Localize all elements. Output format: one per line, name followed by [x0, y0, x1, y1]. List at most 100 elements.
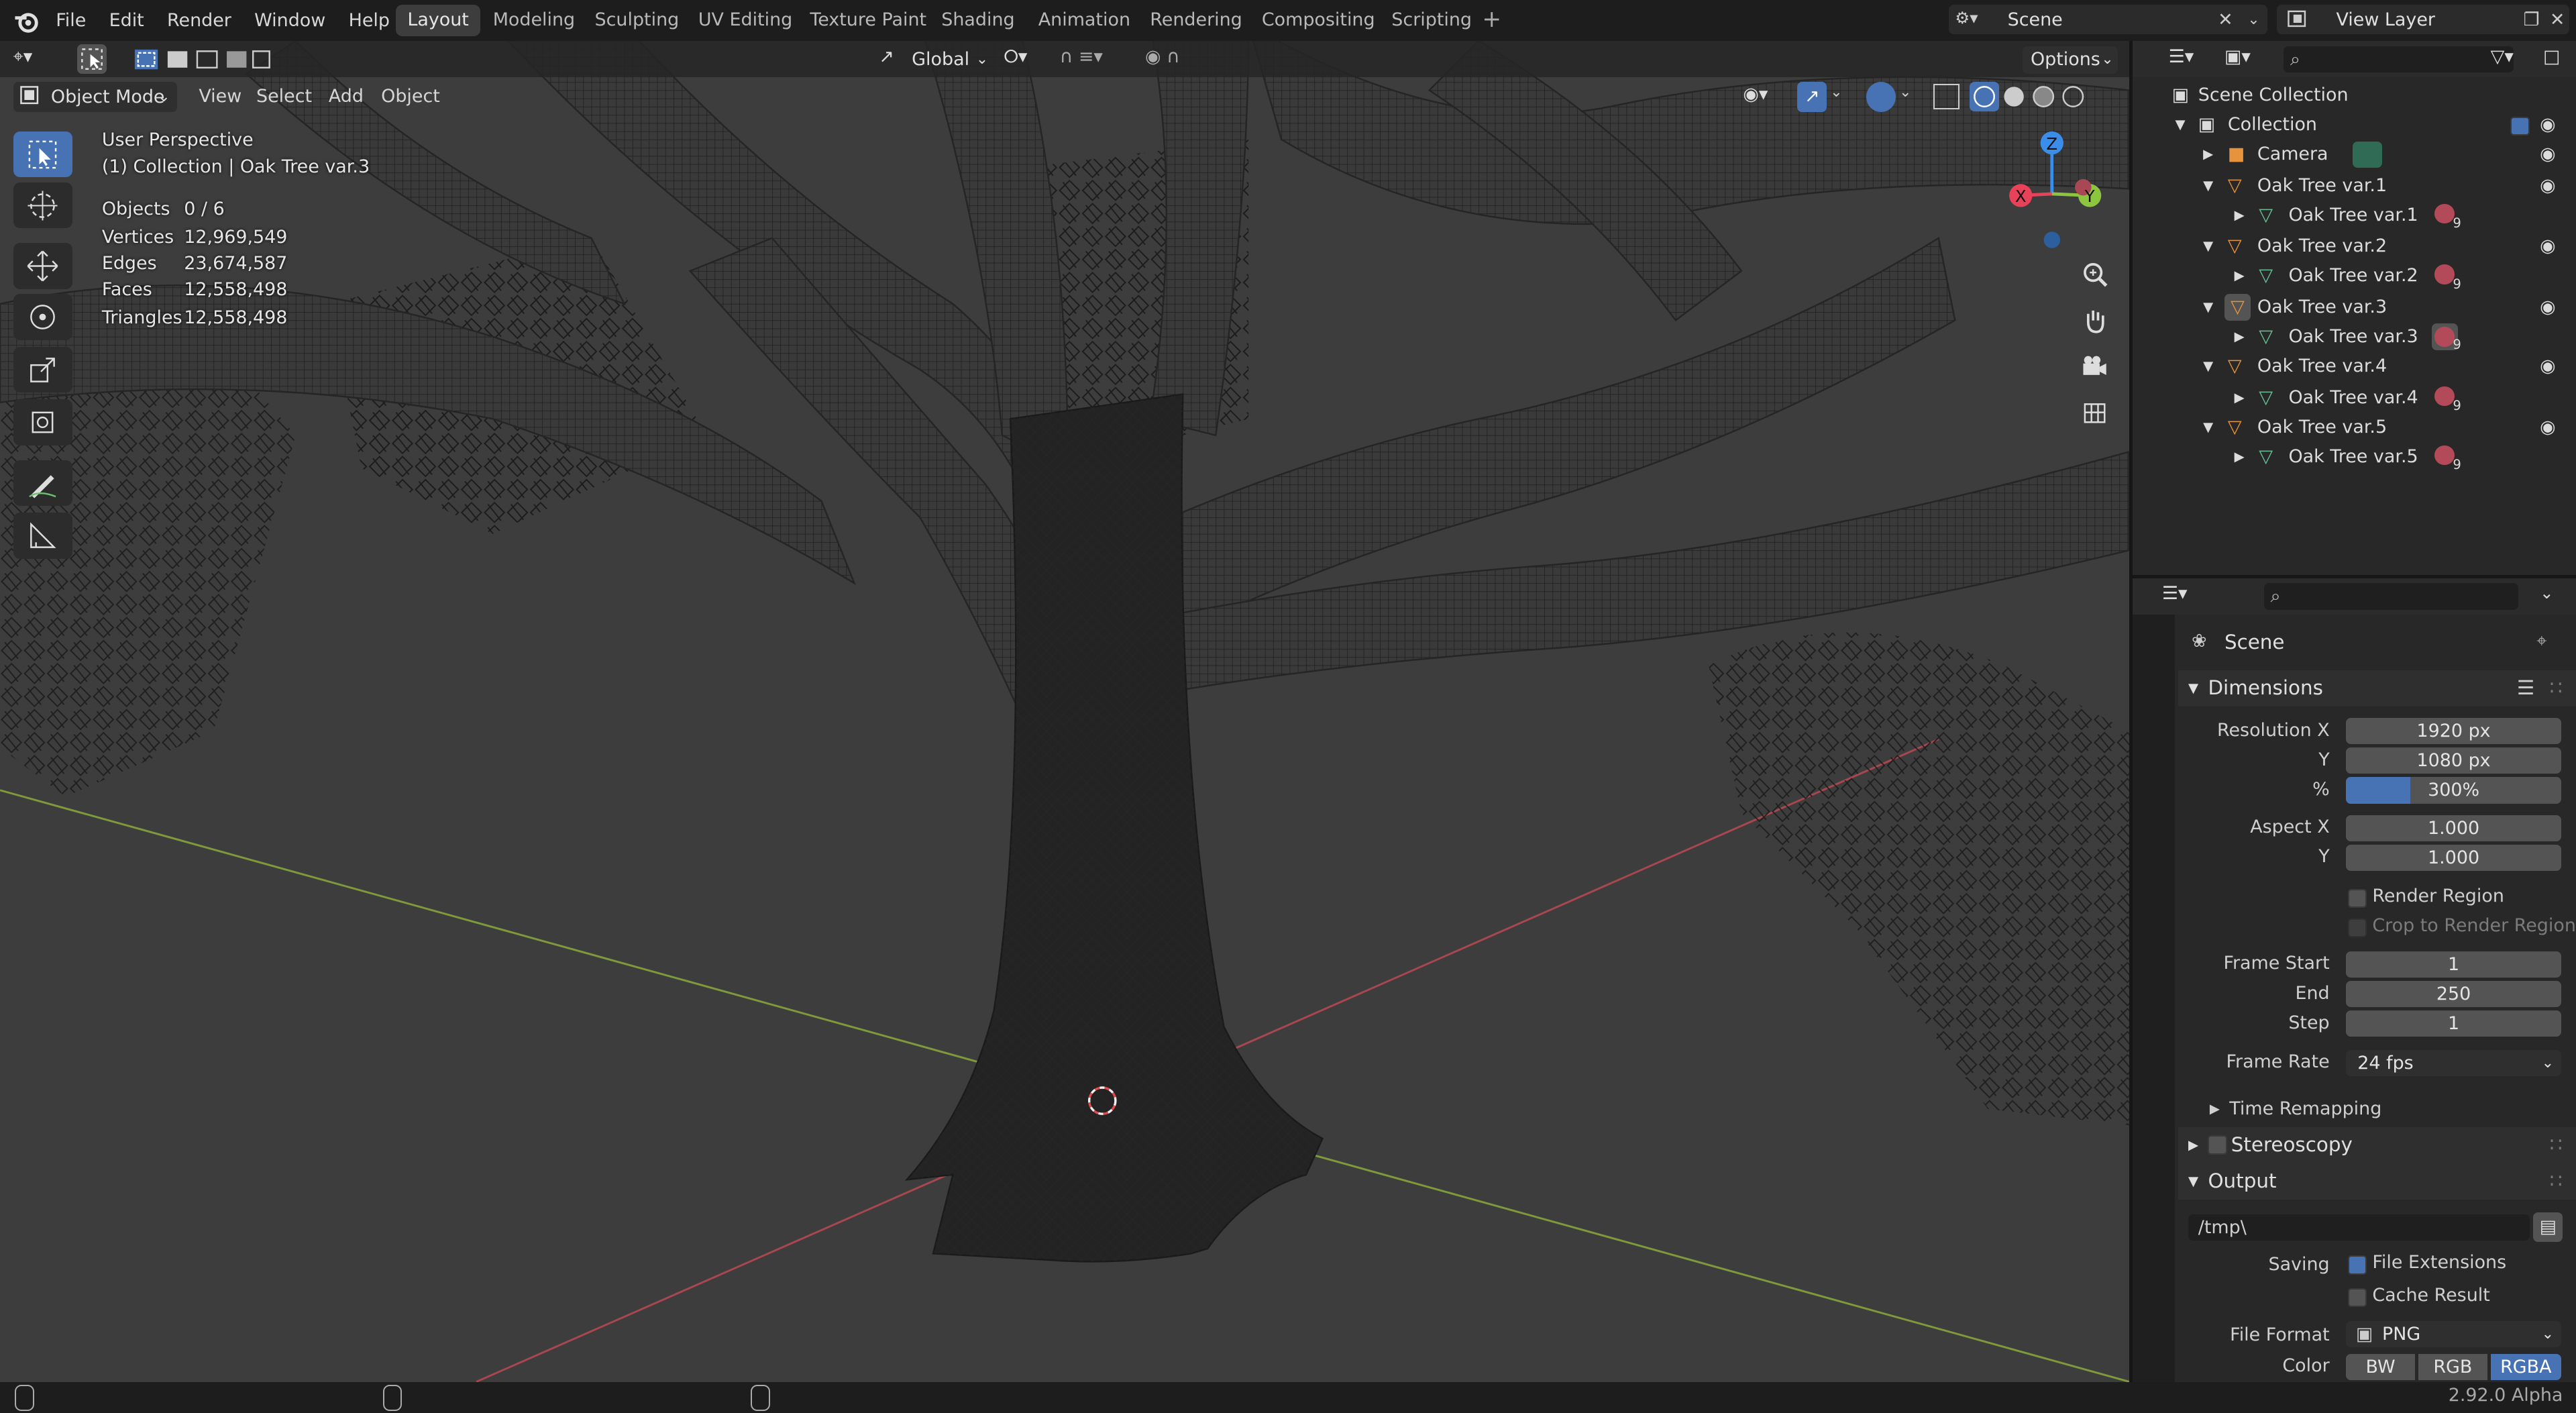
close-icon[interactable]: ✕ [2550, 7, 2565, 33]
menu-select[interactable]: Select [256, 82, 312, 111]
editor-type-icon[interactable]: ☰▾ [2162, 583, 2188, 604]
overlays-toggle-icon[interactable] [1866, 82, 1896, 112]
frame-rate-dropdown[interactable]: 24 fps ⌄ [2346, 1049, 2561, 1077]
stereoscopy-panel-header[interactable]: ▶ Stereoscopy ∷ [2178, 1127, 2576, 1163]
menu-object[interactable]: Object [381, 82, 440, 111]
crop-region-checkbox[interactable] [2347, 918, 2367, 938]
tab-modeling[interactable]: Modeling [482, 5, 587, 36]
add-workspace-icon[interactable]: + [1481, 6, 1503, 33]
resolution-y-field[interactable]: 1080 px [2346, 747, 2561, 774]
dimensions-panel-header[interactable]: ▼ Dimensions ☰ ∷ [2178, 670, 2576, 707]
chevron-down-icon[interactable]: ▼ [2203, 293, 2213, 322]
filter-icon[interactable]: ▽▾ [2491, 46, 2514, 67]
eye-icon[interactable]: ◉ [2540, 352, 2556, 381]
outliner-item-mesh[interactable]: ▶ ▽ Oak Tree var.3 9 [2133, 322, 2576, 352]
chevron-down-icon[interactable]: ⌄ [2247, 7, 2259, 33]
aspect-y-field[interactable]: 1.000 [2346, 844, 2561, 871]
tab-rendering[interactable]: Rendering [1138, 5, 1254, 36]
tab-texture-paint[interactable]: Texture Paint [798, 5, 938, 36]
menu-render[interactable]: Render [156, 0, 243, 41]
file-extensions-checkbox[interactable] [2347, 1255, 2367, 1275]
chevron-down-icon[interactable]: ▼ [2175, 110, 2185, 140]
frame-step-field[interactable]: 1 [2346, 1010, 2561, 1037]
frame-start-field[interactable]: 1 [2346, 951, 2561, 978]
proportional-edit-icon[interactable]: ◉ ∩ [1145, 46, 1219, 72]
visibility-icon[interactable]: ◉▾ [1743, 84, 1789, 110]
outliner-item-object[interactable]: ▼ ▽ Oak Tree var.1 ◉ [2133, 171, 2576, 201]
tab-animation[interactable]: Animation [1027, 5, 1142, 36]
eye-icon[interactable]: ◉ [2540, 293, 2556, 322]
pin-icon[interactable]: ⌖ [2536, 631, 2546, 652]
pivot-point-icon[interactable]: ⭘▾ [1004, 46, 1050, 72]
chevron-down-icon[interactable]: ▼ [2203, 171, 2213, 201]
menu-add[interactable]: Add [329, 82, 364, 111]
ortho-grid-icon[interactable] [2075, 392, 2114, 432]
drag-handle-icon[interactable]: ∷ [2550, 1127, 2563, 1163]
area-divider[interactable] [2132, 575, 2576, 579]
chevron-down-icon[interactable]: ⌄ [1899, 84, 1919, 110]
outliner-item-object-active[interactable]: ▼ ▽ Oak Tree var.3 ◉ [2133, 293, 2576, 322]
file-format-dropdown[interactable]: ▣ PNG ⌄ [2346, 1320, 2561, 1348]
tab-shading[interactable]: Shading [930, 5, 1026, 36]
outliner-item-mesh[interactable]: ▶ ▽ Oak Tree var.4 9 [2133, 383, 2576, 413]
shading-mode-icons[interactable] [1970, 82, 2101, 112]
color-rgba-button[interactable]: RGBA [2490, 1353, 2561, 1381]
close-icon[interactable]: ✕ [2218, 7, 2233, 33]
chevron-right-icon[interactable]: ▶ [2203, 140, 2213, 169]
copy-icon[interactable]: ❐ [2524, 7, 2540, 33]
selection-mode-icons[interactable] [131, 46, 273, 72]
eye-icon[interactable]: ◉ [2540, 231, 2556, 261]
cursor-tool-icon[interactable] [13, 182, 72, 229]
transform-orientation[interactable]: ↗ Global ⌄ [872, 44, 996, 74]
eye-icon[interactable]: ◉ [2540, 413, 2556, 442]
options-dropdown[interactable]: Options ⌄ [2022, 46, 2118, 74]
chevron-right-icon[interactable]: ▶ [2235, 201, 2245, 230]
chevron-right-icon[interactable]: ▶ [2235, 383, 2245, 413]
eye-icon[interactable]: ◉ [2540, 110, 2556, 140]
eye-icon[interactable]: ◉ [2540, 140, 2556, 169]
editor-type-icon[interactable]: ☰▾ [2169, 46, 2194, 67]
navigation-gizmo[interactable]: Z X Y [1998, 128, 2112, 260]
output-panel-header[interactable]: ▼ Output ∷ [2178, 1163, 2576, 1200]
outliner-item-mesh[interactable]: ▶ ▽ Oak Tree var.2 9 [2133, 261, 2576, 292]
chevron-down-icon[interactable]: ⌄ [1830, 84, 1849, 110]
xray-toggle-icon[interactable] [1933, 83, 1960, 110]
display-mode-icon[interactable]: ▣▾ [2224, 46, 2251, 67]
render-region-checkbox[interactable] [2347, 888, 2367, 908]
folder-icon[interactable]: ▤ [2533, 1212, 2563, 1243]
resolution-x-field[interactable]: 1920 px [2346, 718, 2561, 745]
transform-tool-icon[interactable] [13, 399, 72, 446]
stereoscopy-checkbox[interactable] [2208, 1135, 2227, 1155]
color-bw-button[interactable]: BW [2346, 1353, 2415, 1381]
cache-result-checkbox[interactable] [2347, 1288, 2367, 1308]
menu-file[interactable]: File [44, 0, 97, 41]
outliner-item-object[interactable]: ▼ ▽ Oak Tree var.4 ◉ [2133, 352, 2576, 381]
outliner-item-mesh[interactable]: ▶ ▽ Oak Tree var.5 9 [2133, 442, 2576, 472]
outliner-item-object[interactable]: ▼ ▽ Oak Tree var.2 ◉ [2133, 231, 2576, 261]
scene-selector[interactable]: ⚙▾ Scene ✕ ⌄ [1948, 5, 2267, 35]
drag-handle-icon[interactable]: ∷ [2550, 670, 2563, 706]
chevron-right-icon[interactable]: ▶ [2235, 442, 2245, 472]
chevron-down-icon[interactable]: ⌄ [2540, 583, 2554, 603]
drag-handle-icon[interactable]: ∷ [2550, 1163, 2563, 1200]
view-layer-selector[interactable]: View Layer ❐ ✕ [2277, 5, 2570, 35]
pan-hand-icon[interactable] [2075, 301, 2114, 340]
resolution-percent-slider[interactable]: 300% [2346, 777, 2561, 804]
scale-tool-icon[interactable] [13, 346, 72, 393]
chevron-right-icon[interactable]: ▶ [2235, 261, 2245, 291]
area-divider[interactable] [2129, 41, 2133, 1382]
camera-view-icon[interactable] [2075, 347, 2114, 386]
tab-uv-editing[interactable]: UV Editing [687, 5, 804, 36]
outliner-item-object[interactable]: ▼ ▽ Oak Tree var.5 ◉ [2133, 413, 2576, 442]
chevron-down-icon[interactable]: ▼ [2203, 352, 2213, 381]
chevron-down-icon[interactable]: ▼ [2203, 231, 2213, 261]
time-remapping-subpanel[interactable]: ▶ Time Remapping [2205, 1094, 2567, 1124]
outliner-scene-collection[interactable]: ▣ Scene Collection [2133, 81, 2576, 110]
chevron-right-icon[interactable]: ▶ [2235, 322, 2245, 352]
outliner-item-camera[interactable]: ▶ ■ Camera ◉ [2133, 140, 2576, 169]
properties-search-input[interactable]: ⌕ [2263, 583, 2519, 610]
color-rgb-button[interactable]: RGB [2418, 1353, 2487, 1381]
aspect-x-field[interactable]: 1.000 [2346, 815, 2561, 841]
rotate-tool-icon[interactable] [13, 294, 72, 340]
blender-logo-icon[interactable] [13, 8, 40, 34]
